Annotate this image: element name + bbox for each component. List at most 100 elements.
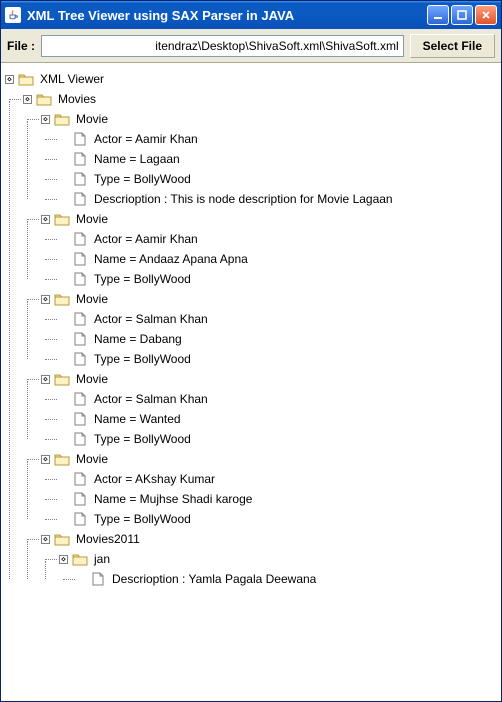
file-toolbar: File : Select File	[1, 29, 501, 63]
tree-spacer	[59, 395, 68, 404]
tree-spacer	[59, 195, 68, 204]
tree-node-label: Descrioption : This is node description …	[92, 191, 395, 207]
tree-leaf-node[interactable]: Name = Dabang	[59, 329, 497, 349]
tree-movies2011-node[interactable]: ⋄Movies2011	[41, 529, 497, 549]
tree-spacer	[59, 495, 68, 504]
folder-icon	[54, 292, 70, 306]
tree-leaf-node[interactable]: Descrioption : This is node description …	[59, 189, 497, 209]
file-icon	[72, 512, 88, 526]
toggle-icon[interactable]: ⋄	[41, 455, 50, 464]
tree-leaf-node[interactable]: Name = Wanted	[59, 409, 497, 429]
tree-leaf-node[interactable]: Actor = AKshay Kumar	[59, 469, 497, 489]
tree-node-label: Movie	[74, 291, 110, 307]
file-icon	[72, 492, 88, 506]
tree-movie-node[interactable]: ⋄ Movie	[41, 449, 497, 469]
file-icon	[72, 172, 88, 186]
toggle-icon[interactable]: ⋄	[41, 295, 50, 304]
file-path-input[interactable]	[41, 35, 404, 57]
tree-movie-node[interactable]: ⋄ Movie	[41, 289, 497, 309]
file-icon	[72, 332, 88, 346]
close-button[interactable]	[475, 5, 497, 25]
tree-leaf-node[interactable]: Type = BollyWood	[59, 269, 497, 289]
file-icon	[72, 412, 88, 426]
select-file-button[interactable]: Select File	[410, 34, 495, 58]
folder-icon	[72, 552, 88, 566]
toggle-icon[interactable]: ⋄	[5, 75, 14, 84]
tree-root-node[interactable]: ⋄XML Viewer	[5, 69, 497, 89]
toggle-icon[interactable]: ⋄	[41, 375, 50, 384]
file-icon	[72, 432, 88, 446]
tree-leaf-node[interactable]: Type = BollyWood	[59, 509, 497, 529]
toggle-icon[interactable]: ⋄	[41, 115, 50, 124]
toggle-icon[interactable]: ⋄	[23, 95, 32, 104]
tree-leaf-node[interactable]: Type = BollyWood	[59, 349, 497, 369]
tree-leaf-node[interactable]: Type = BollyWood	[59, 429, 497, 449]
file-icon	[72, 152, 88, 166]
tree-panel[interactable]: ⋄XML Viewer⋄Movies⋄MovieActor = Aamir Kh…	[1, 63, 501, 701]
tree-spacer	[59, 475, 68, 484]
tree-spacer	[59, 135, 68, 144]
tree-spacer	[59, 235, 68, 244]
folder-icon	[54, 372, 70, 386]
tree-movie-node[interactable]: ⋄ Movie	[41, 369, 497, 389]
tree-node-label: Movie	[74, 111, 110, 127]
tree-spacer	[59, 175, 68, 184]
java-cup-icon	[5, 7, 21, 23]
tree-jan-node[interactable]: ⋄ jan	[59, 549, 497, 569]
file-icon	[90, 572, 106, 586]
tree-leaf-node[interactable]: Type = BollyWood	[59, 169, 497, 189]
folder-icon	[54, 212, 70, 226]
file-icon	[72, 472, 88, 486]
title-bar: XML Tree Viewer using SAX Parser in JAVA	[1, 1, 501, 29]
tree-node-label: Descrioption : Yamla Pagala Deewana	[110, 571, 318, 587]
tree-movie-node[interactable]: ⋄Movie	[41, 209, 497, 229]
file-icon	[72, 232, 88, 246]
tree-leaf-node[interactable]: Descrioption : Yamla Pagala Deewana	[77, 569, 497, 589]
tree-node-label: Actor = Salman Khan	[92, 311, 210, 327]
toggle-icon[interactable]: ⋄	[59, 555, 68, 564]
folder-icon	[54, 112, 70, 126]
folder-icon	[54, 452, 70, 466]
tree-node-label: Name = Mujhse Shadi karoge	[92, 491, 254, 507]
tree-node-label: Type = BollyWood	[92, 171, 193, 187]
window-title: XML Tree Viewer using SAX Parser in JAVA	[27, 8, 427, 23]
maximize-button[interactable]	[451, 5, 473, 25]
app-window: XML Tree Viewer using SAX Parser in JAVA…	[0, 0, 502, 702]
tree-leaf-node[interactable]: Actor = Aamir Khan	[59, 129, 497, 149]
tree-spacer	[77, 575, 86, 584]
tree-node-label: Actor = AKshay Kumar	[92, 471, 217, 487]
tree-leaf-node[interactable]: Actor = Aamir Khan	[59, 229, 497, 249]
tree-spacer	[59, 155, 68, 164]
tree-node-label: Name = Wanted	[92, 411, 183, 427]
tree-node-label: Movie	[74, 451, 110, 467]
tree-spacer	[59, 355, 68, 364]
toggle-icon[interactable]: ⋄	[41, 535, 50, 544]
minimize-button[interactable]	[427, 5, 449, 25]
tree-node-label: Movies	[56, 91, 98, 107]
tree-spacer	[59, 435, 68, 444]
tree-leaf-node[interactable]: Name = Andaaz Apana Apna	[59, 249, 497, 269]
folder-icon	[54, 532, 70, 546]
tree-spacer	[59, 255, 68, 264]
tree-leaf-node[interactable]: Actor = Salman Khan	[59, 309, 497, 329]
tree-leaf-node[interactable]: Name = Mujhse Shadi karoge	[59, 489, 497, 509]
tree-leaf-node[interactable]: Actor = Salman Khan	[59, 389, 497, 409]
tree-node-label: Type = BollyWood	[92, 431, 193, 447]
toggle-icon[interactable]: ⋄	[41, 215, 50, 224]
tree-node-label: Actor = Aamir Khan	[92, 231, 200, 247]
tree-leaf-node[interactable]: Name = Lagaan	[59, 149, 497, 169]
tree-node-label: Type = BollyWood	[92, 271, 193, 287]
folder-icon	[18, 72, 34, 86]
tree-node-label: Name = Dabang	[92, 331, 184, 347]
window-controls	[427, 5, 497, 25]
file-icon	[72, 132, 88, 146]
file-icon	[72, 252, 88, 266]
tree-node-label: Movie	[74, 371, 110, 387]
tree-movie-node[interactable]: ⋄ Movie	[41, 109, 497, 129]
tree-node-label: Actor = Salman Khan	[92, 391, 210, 407]
tree-node-label: jan	[92, 551, 112, 567]
file-icon	[72, 312, 88, 326]
tree-movies-node[interactable]: ⋄ Movies	[23, 89, 497, 109]
tree-spacer	[59, 275, 68, 284]
tree-node-label: Type = BollyWood	[92, 511, 193, 527]
